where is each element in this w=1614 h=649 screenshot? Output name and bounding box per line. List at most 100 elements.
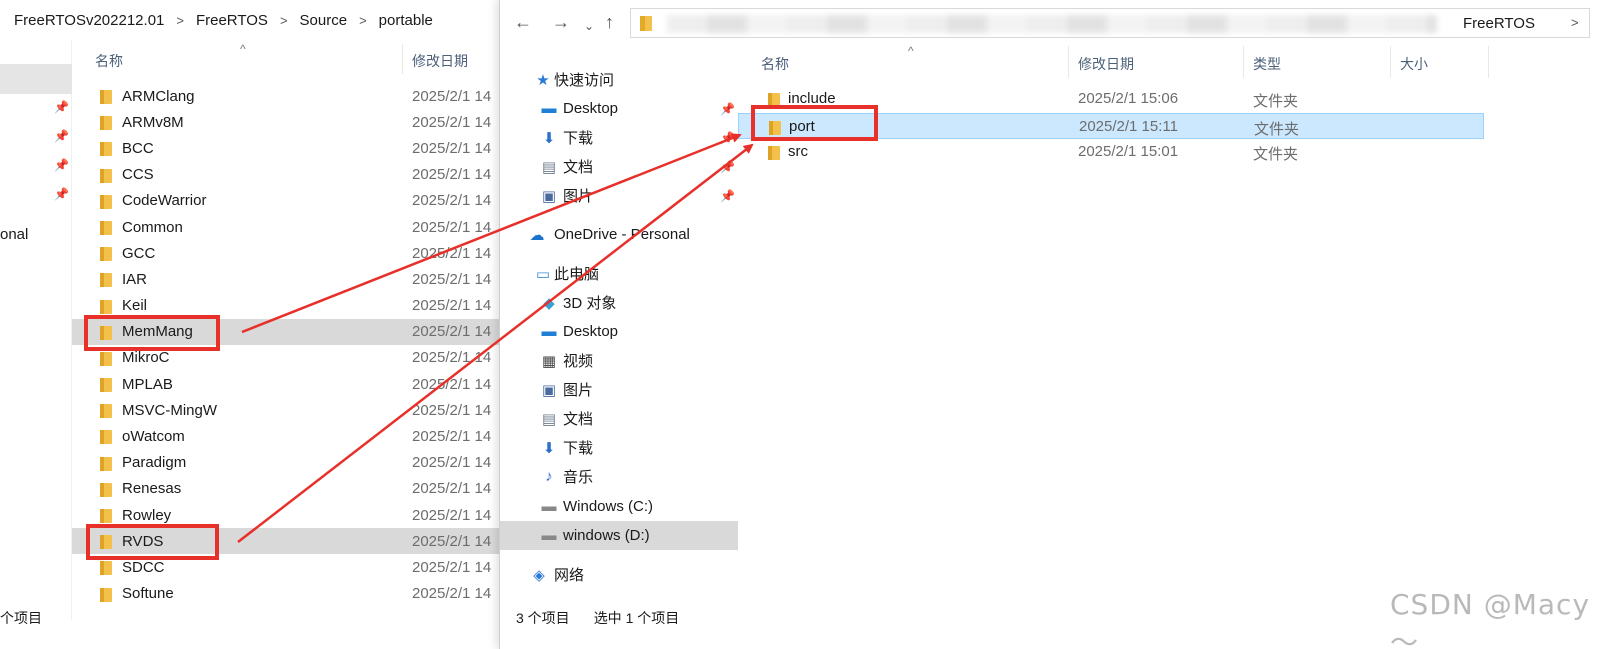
file-row[interactable]: ARMv8M 2025/2/1 14 — [72, 109, 520, 135]
nav-item-label: OneDrive - Personal — [554, 226, 690, 243]
file-row[interactable]: Softune 2025/2/1 14 — [72, 581, 520, 607]
document-icon: ▤ — [541, 158, 557, 176]
forward-arrow-icon[interactable]: → — [552, 12, 570, 32]
nav-item[interactable]: ◆ 3D 对象 — [500, 288, 738, 317]
pin-icon: 📌 — [720, 101, 735, 116]
column-header: ^ 名称 修改日期 类型 大小 — [738, 44, 1614, 78]
folder-icon — [100, 404, 112, 419]
file-row[interactable]: Paradigm 2025/2/1 14 — [72, 450, 520, 476]
column-divider[interactable] — [1243, 46, 1244, 78]
column-type[interactable]: 类型 — [1253, 54, 1281, 74]
nav-item[interactable]: ◈ 网络 — [500, 560, 738, 589]
file-date: 2025/2/1 14 — [412, 218, 492, 236]
file-row[interactable]: Renesas 2025/2/1 14 — [72, 476, 520, 502]
file-row[interactable]: ARMClang 2025/2/1 14 — [72, 83, 520, 109]
file-date: 2025/2/1 14 — [412, 166, 492, 184]
navigation-pane: 📌 📌 📌 📌 onal — [0, 40, 72, 620]
nav-item[interactable]: ▬ Desktop 📌 — [500, 94, 738, 123]
file-date: 2025/2/1 14 — [412, 532, 492, 550]
breadcrumb-item[interactable]: Source — [296, 12, 352, 29]
file-row[interactable]: MSVC-MingW 2025/2/1 14 — [72, 397, 520, 423]
music-icon: ♪ — [545, 468, 553, 485]
chevron-right-icon: > — [176, 12, 184, 28]
file-name: Softune — [122, 585, 174, 603]
nav-item[interactable]: ▣ 图片 📌 — [500, 181, 738, 210]
pin-icon: 📌 — [54, 129, 69, 143]
nav-item[interactable]: ⬇ 下载 📌 — [500, 123, 738, 152]
file-row[interactable]: MPLAB 2025/2/1 14 — [72, 371, 520, 397]
navigation-pane: ★ 快速访问 ▬ Desktop 📌 ⬇ 下载 📌 ▤ 文档 📌 ▣ 图片 📌 ☁ OneDrive - Pe… — [500, 62, 738, 602]
file-date: 2025/2/1 15:06 — [1078, 90, 1179, 107]
nav-item[interactable]: ▤ 文档 📌 — [500, 152, 738, 181]
column-size[interactable]: 大小 — [1400, 54, 1428, 74]
pin-icon: 📌 — [54, 100, 69, 114]
column-divider[interactable] — [1390, 46, 1391, 78]
nav-item-label: 此电脑 — [554, 266, 600, 283]
file-date: 2025/2/1 14 — [412, 454, 492, 472]
column-divider[interactable] — [1488, 46, 1489, 78]
nav-item[interactable]: ▣ 图片 — [500, 375, 738, 404]
column-date[interactable]: 修改日期 — [412, 51, 468, 71]
file-row[interactable]: src 2025/2/1 15:01 文件夹 — [738, 139, 1614, 166]
folder-icon — [100, 90, 112, 104]
column-name[interactable]: 名称 — [761, 54, 789, 74]
column-divider[interactable] — [1068, 46, 1069, 78]
nav-item[interactable]: ▭ 此电脑 — [500, 259, 738, 288]
file-name: MikroC — [122, 349, 170, 367]
nav-item[interactable]: ♪ 音乐 — [500, 462, 738, 491]
file-row[interactable]: IAR 2025/2/1 14 — [72, 266, 520, 292]
column-date[interactable]: 修改日期 — [1078, 54, 1134, 74]
folder-icon — [100, 273, 112, 288]
nav-item[interactable]: ▬ Desktop — [500, 317, 738, 346]
file-row[interactable]: GCC 2025/2/1 14 — [72, 240, 520, 266]
chevron-right-icon[interactable]: > — [1571, 15, 1579, 30]
folder-icon — [100, 142, 112, 157]
recent-dropdown-icon[interactable]: ⌄ — [584, 16, 594, 36]
file-name: ARMClang — [122, 87, 195, 105]
file-type: 文件夹 — [1253, 146, 1299, 163]
nav-item-label: 视频 — [563, 353, 594, 370]
nav-selected-item[interactable] — [0, 64, 72, 94]
nav-item[interactable]: ▬ windows (D:) — [500, 521, 738, 550]
nav-item[interactable]: ★ 快速访问 — [500, 65, 738, 94]
nav-item[interactable]: ▬ Windows (C:) — [500, 492, 738, 521]
nav-item-label: 下载 — [563, 130, 594, 147]
file-date: 2025/2/1 14 — [412, 428, 492, 446]
drive-icon: ▬ — [541, 498, 557, 515]
breadcrumb-item[interactable]: FreeRTOS — [192, 12, 272, 29]
breadcrumb-item[interactable]: FreeRTOSv202212.01 — [10, 12, 168, 29]
file-name: CCS — [122, 166, 154, 184]
up-arrow-icon[interactable]: ↑ — [605, 12, 614, 32]
file-row[interactable]: oWatcom 2025/2/1 14 — [72, 423, 520, 449]
column-name[interactable]: 名称 — [95, 51, 123, 71]
nav-item[interactable]: ▤ 文档 — [500, 404, 738, 433]
nav-item[interactable]: ▦ 视频 — [500, 346, 738, 375]
column-header: ^ 名称 修改日期 — [72, 42, 520, 74]
file-name: MPLAB — [122, 375, 173, 393]
folder-icon — [100, 456, 112, 471]
address-bar[interactable]: FreeRTOS > — [630, 8, 1590, 38]
column-divider[interactable] — [402, 44, 403, 74]
highlight-box-memmang — [84, 315, 220, 351]
file-name: MSVC-MingW — [122, 401, 218, 419]
folder-icon — [100, 587, 112, 602]
address-current-folder[interactable]: FreeRTOS — [1463, 15, 1535, 32]
sort-up-icon: ^ — [908, 44, 914, 58]
nav-item-onedrive-partial[interactable]: onal — [0, 226, 28, 243]
file-name: SDCC — [122, 558, 165, 576]
file-row[interactable]: CodeWarrior 2025/2/1 14 — [72, 188, 520, 214]
right-explorer-window: ← → ⌄ ↑ FreeRTOS > ★ 快速访问 ▬ Desktop 📌 ⬇ 下载 📌 ▤ 文档… — [499, 0, 1614, 649]
download-icon: ⬇ — [542, 129, 556, 147]
file-row[interactable]: Common 2025/2/1 14 — [72, 214, 520, 240]
chevron-right-icon: > — [279, 12, 288, 28]
nav-item[interactable]: ☁ OneDrive - Personal — [500, 220, 738, 249]
file-row[interactable]: CCS 2025/2/1 14 — [72, 162, 520, 188]
picture-icon: ▣ — [541, 381, 557, 399]
breadcrumb-item[interactable]: portable — [375, 12, 437, 29]
document-icon: ▤ — [541, 410, 557, 428]
file-row[interactable]: BCC 2025/2/1 14 — [72, 135, 520, 161]
pin-icon: 📌 — [54, 158, 69, 172]
nav-item-label: 快速访问 — [554, 72, 615, 89]
nav-item[interactable]: ⬇ 下载 — [500, 433, 738, 462]
back-arrow-icon[interactable]: ← — [514, 12, 532, 32]
